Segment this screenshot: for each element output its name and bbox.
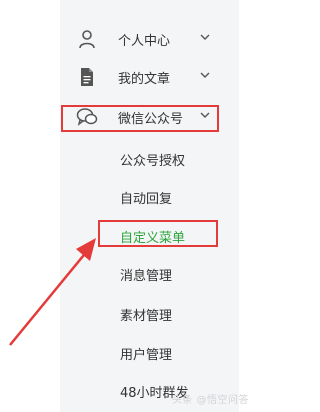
menu-item-label: 个人中心 <box>118 34 171 49</box>
highlight-box-wechat <box>61 105 219 132</box>
document-icon <box>81 68 93 86</box>
chevron-down-icon <box>200 72 210 78</box>
menu-item-my-articles[interactable]: 我的文章 <box>60 58 239 96</box>
highlight-box-custom-menu <box>98 220 218 247</box>
menu-item-label: 我的文章 <box>118 72 171 87</box>
menu-item-personal-center[interactable]: 个人中心 <box>60 20 239 58</box>
watermark: 头条 @悟空问答 <box>171 395 249 406</box>
submenu-item-account-authorization[interactable]: 公众号授权 <box>120 150 185 169</box>
submenu-item-material-management[interactable]: 素材管理 <box>120 305 172 324</box>
user-icon <box>79 30 95 49</box>
submenu-item-message-management[interactable]: 消息管理 <box>120 265 172 284</box>
submenu-item-user-management[interactable]: 用户管理 <box>120 344 172 363</box>
submenu-item-auto-reply[interactable]: 自动回复 <box>120 188 172 207</box>
chevron-down-icon <box>200 34 210 40</box>
